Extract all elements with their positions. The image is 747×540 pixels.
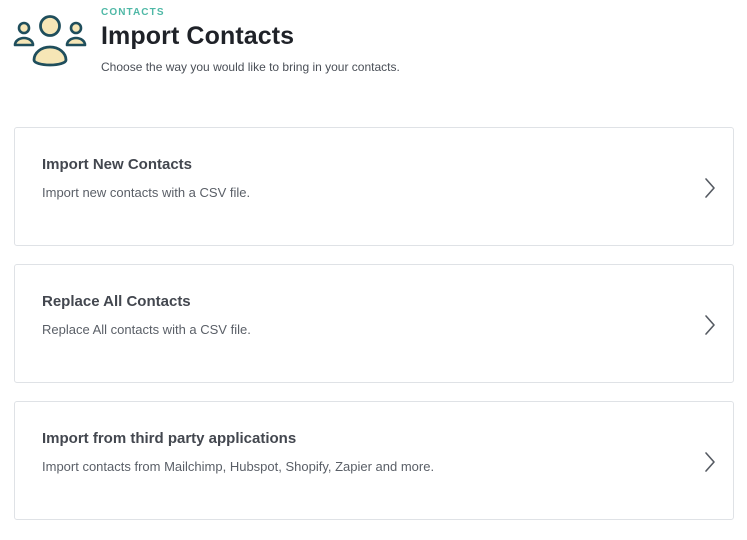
replace-all-contacts-option[interactable]: Replace All Contacts Replace All contact… xyxy=(14,264,734,383)
page-title: Import Contacts xyxy=(101,22,295,50)
section-label: CONTACTS xyxy=(101,7,165,18)
page-subtitle: Choose the way you would like to bring i… xyxy=(101,60,400,74)
option-title: Import New Contacts xyxy=(42,156,193,173)
chevron-right-icon xyxy=(705,178,715,198)
option-description: Import contacts from Mailchimp, Hubspot,… xyxy=(42,459,435,474)
import-third-party-option[interactable]: Import from third party applications Imp… xyxy=(14,401,734,520)
option-description: Replace All contacts with a CSV file. xyxy=(42,322,251,337)
chevron-right-icon xyxy=(705,315,715,335)
chevron-right-icon xyxy=(705,452,715,472)
contacts-group-icon xyxy=(13,15,87,67)
option-description: Import new contacts with a CSV file. xyxy=(42,185,251,200)
option-title: Import from third party applications xyxy=(42,430,297,447)
option-title: Replace All Contacts xyxy=(42,293,191,310)
import-new-contacts-option[interactable]: Import New Contacts Import new contacts … xyxy=(14,127,734,246)
page-header: CONTACTS Import Contacts Choose the way … xyxy=(0,0,747,90)
